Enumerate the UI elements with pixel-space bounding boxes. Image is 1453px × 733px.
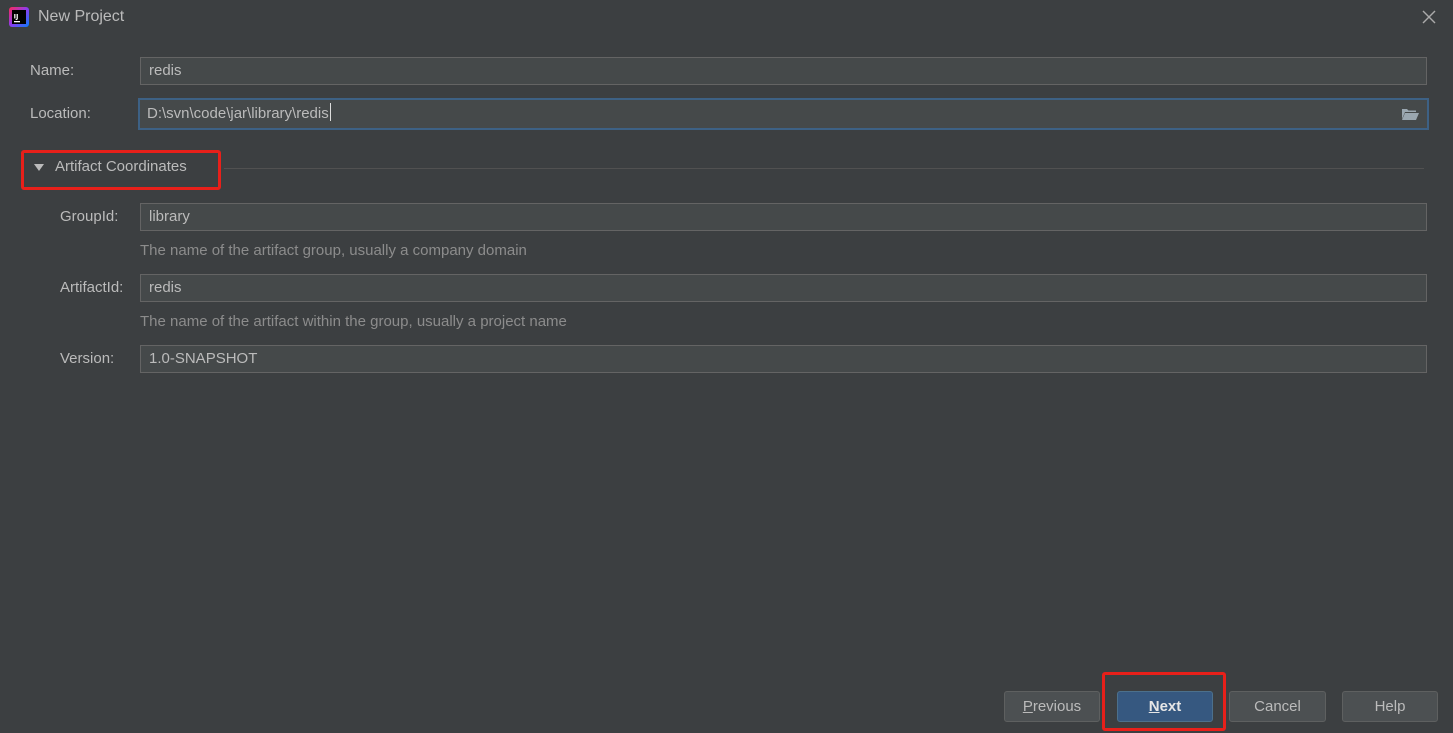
- version-input[interactable]: 1.0-SNAPSHOT: [140, 345, 1427, 373]
- groupid-label: GroupId:: [60, 208, 119, 225]
- section-separator: [224, 168, 1424, 169]
- help-button[interactable]: Help: [1342, 691, 1438, 722]
- name-value: redis: [149, 62, 182, 79]
- artifactid-label: ArtifactId:: [60, 279, 124, 296]
- window-title: New Project: [38, 8, 125, 25]
- next-button[interactable]: Next: [1117, 691, 1213, 722]
- previous-label: revious: [1032, 698, 1082, 715]
- section-label: Artifact Coordinates: [55, 158, 187, 175]
- artifactid-input[interactable]: redis: [140, 274, 1427, 302]
- close-icon[interactable]: [1419, 7, 1439, 27]
- new-project-dialog: IJ New Project Name: redis Location: D:\…: [0, 0, 1453, 733]
- version-label: Version:: [60, 350, 115, 367]
- groupid-hint: The name of the artifact group, usually …: [140, 242, 527, 259]
- folder-open-icon[interactable]: [1401, 107, 1419, 121]
- next-label: ext: [1159, 698, 1182, 715]
- version-value: 1.0-SNAPSHOT: [149, 350, 258, 367]
- location-input[interactable]: D:\svn\code\jar\library\redis: [138, 98, 1429, 130]
- groupid-value: library: [149, 208, 190, 225]
- text-caret: [329, 103, 331, 121]
- app-icon-text: IJ: [14, 13, 19, 21]
- cancel-button[interactable]: Cancel: [1229, 691, 1326, 722]
- location-label: Location:: [30, 105, 91, 122]
- previous-mnemonic: P: [1022, 698, 1033, 715]
- previous-button[interactable]: Previous: [1004, 691, 1100, 722]
- name-label: Name:: [30, 62, 75, 79]
- intellij-idea-icon: IJ: [9, 7, 29, 27]
- name-input[interactable]: redis: [140, 57, 1427, 85]
- artifactid-value: redis: [149, 279, 182, 296]
- groupid-input[interactable]: library: [140, 203, 1427, 231]
- location-value: D:\svn\code\jar\library\redis: [147, 105, 329, 122]
- next-mnemonic: N: [1148, 698, 1160, 715]
- title-bar: IJ New Project: [0, 0, 1453, 34]
- artifactid-hint: The name of the artifact within the grou…: [140, 313, 567, 330]
- expand-triangle-icon: [34, 164, 44, 171]
